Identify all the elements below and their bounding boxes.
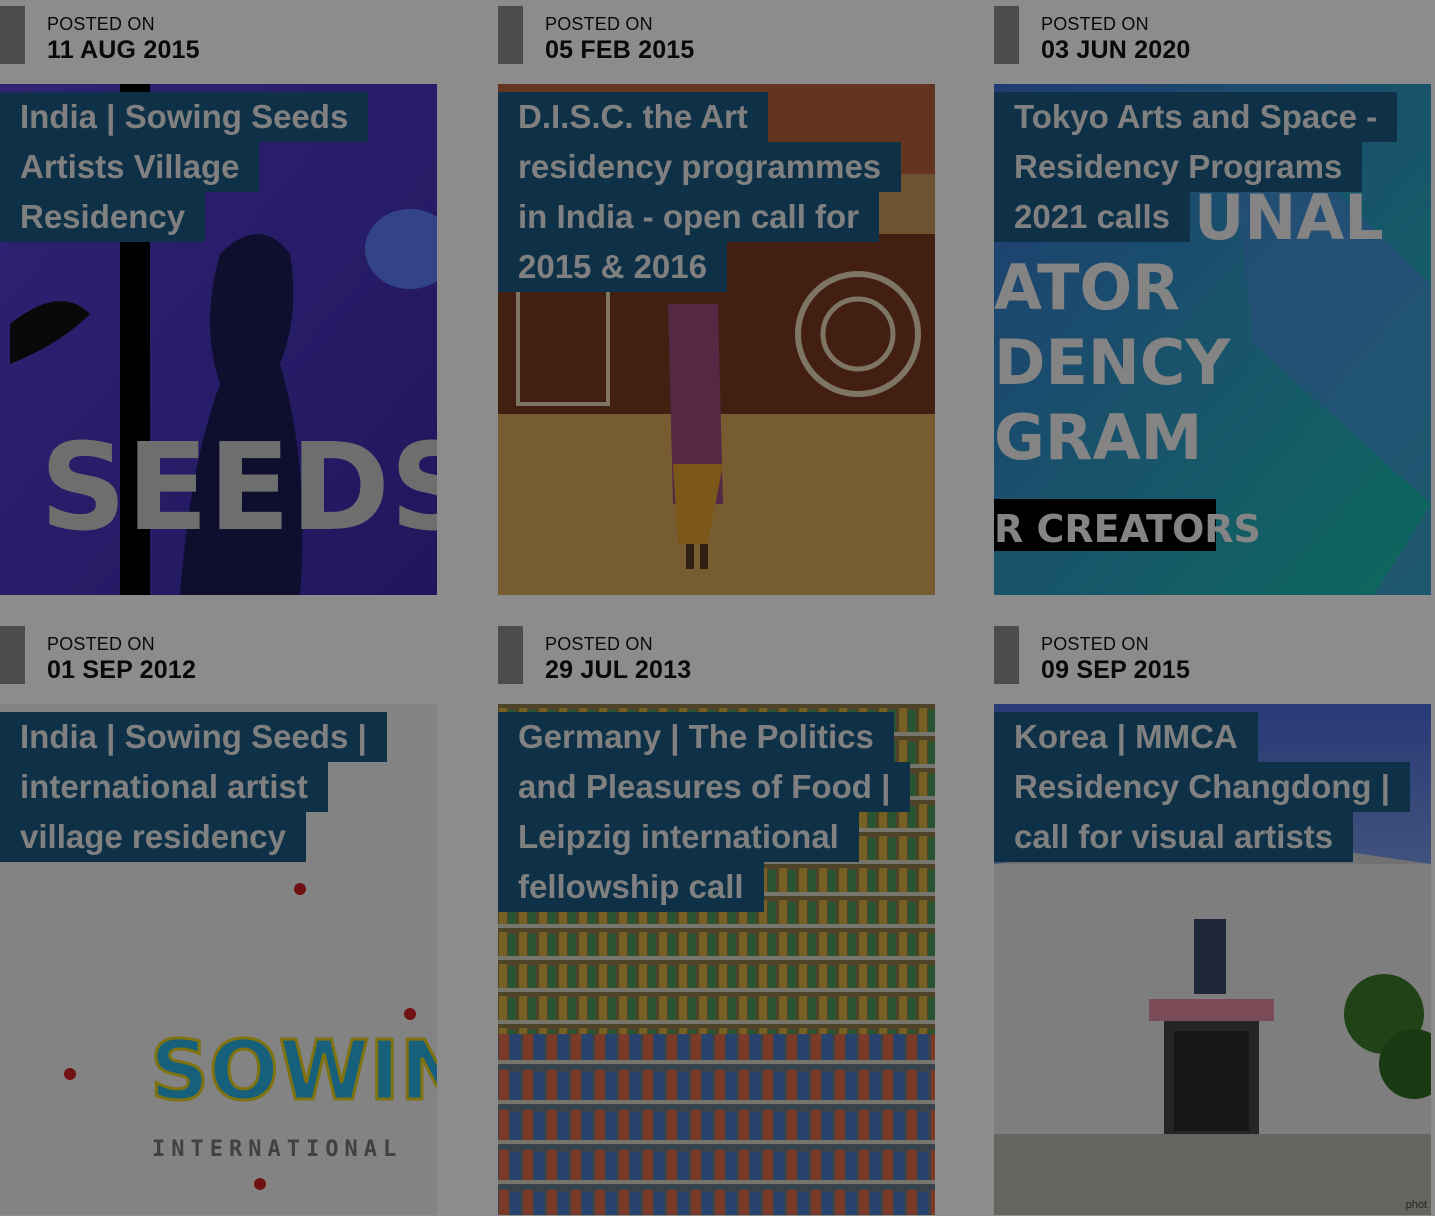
post-meta: POSTED ON 05 FEB 2015: [498, 0, 935, 84]
post-meta: POSTED ON 01 SEP 2012: [0, 620, 437, 704]
posted-on-label: POSTED ON: [545, 634, 653, 654]
post-date: 01 SEP 2012: [47, 656, 197, 684]
post-title[interactable]: D.I.S.C. the Art residency programmes in…: [498, 92, 918, 292]
creator-residency-poster-image[interactable]: UNAL ATOR DENCY GRAM R CREATORS Tokyo Ar…: [994, 84, 1431, 595]
post-date: 11 AUG 2015: [47, 36, 200, 64]
post-grid: POSTED ON 11 AUG 2015 SEEDS India | Sowi…: [0, 0, 1435, 1216]
post-title-line: Germany | The Politics: [498, 712, 894, 762]
post-card[interactable]: POSTED ON 11 AUG 2015 SEEDS India | Sowi…: [0, 0, 437, 600]
post-title-line: international artist: [0, 762, 328, 812]
poster-text: R CREATORS: [994, 507, 1261, 551]
poster-text: DENCY: [994, 326, 1231, 399]
photo-credit: phot: [1405, 1199, 1427, 1211]
post-date: 05 FEB 2015: [545, 36, 695, 64]
post-card[interactable]: POSTED ON 05 FEB 2015 D.I.S.C. the Art r…: [498, 0, 935, 600]
post-title-line: India | Sowing Seeds: [0, 92, 369, 142]
date-marker: [994, 6, 1019, 64]
post-title-line: Residency Programs: [994, 142, 1363, 192]
posted-on-label: POSTED ON: [1041, 634, 1149, 654]
post-title[interactable]: Korea | MMCA Residency Changdong | call …: [994, 712, 1414, 862]
post-card[interactable]: POSTED ON 29 JUL 2013 Germany | The Poli…: [498, 620, 935, 1216]
post-title[interactable]: India | Sowing Seeds | international art…: [0, 712, 420, 862]
post-card[interactable]: POSTED ON 03 JUN 2020 UNAL ATOR DENCY GR…: [994, 0, 1431, 600]
date-marker: [498, 6, 523, 64]
posted-on-label: POSTED ON: [47, 14, 155, 34]
post-meta: POSTED ON 09 SEP 2015: [994, 620, 1431, 704]
post-title-line: Korea | MMCA: [994, 712, 1258, 762]
supermarket-shelves-image[interactable]: Germany | The Politics and Pleasures of …: [498, 704, 935, 1215]
post-title-line: Residency Changdong |: [994, 762, 1410, 812]
date-marker: [994, 626, 1019, 684]
post-date: 29 JUL 2013: [545, 656, 692, 684]
post-title-line: Leipzig international: [498, 812, 859, 862]
post-title-line: call for visual artists: [994, 812, 1354, 862]
posted-on-label: POSTED ON: [545, 14, 653, 34]
post-title-line: fellowship call: [498, 862, 764, 912]
post-title-line: in India - open call for: [498, 192, 880, 242]
poster-text: ATOR: [994, 251, 1180, 324]
poster-text: GRAM: [994, 401, 1202, 474]
post-title-line: and Pleasures of Food |: [498, 762, 911, 812]
post-title-line: village residency: [0, 812, 306, 862]
posted-on-label: POSTED ON: [1041, 14, 1149, 34]
post-title[interactable]: Germany | The Politics and Pleasures of …: [498, 712, 918, 912]
post-title-line: 2021 calls: [994, 192, 1190, 242]
post-card[interactable]: POSTED ON 09 SEP 2015 phot Korea | MMCA …: [994, 620, 1431, 1216]
date-marker: [498, 626, 523, 684]
posted-on-label: POSTED ON: [47, 634, 155, 654]
post-title-line: Residency: [0, 192, 206, 242]
svg-text:SEEDS-: SEEDS-: [40, 419, 437, 558]
post-title[interactable]: Tokyo Arts and Space - Residency Program…: [994, 92, 1414, 242]
logo-text: SOWING: [150, 1024, 437, 1119]
village-house-image[interactable]: D.I.S.C. the Art residency programmes in…: [498, 84, 935, 595]
post-title-line: Artists Village: [0, 142, 260, 192]
post-title-line: residency programmes: [498, 142, 902, 192]
post-title-line: 2015 & 2016: [498, 242, 727, 292]
post-meta: POSTED ON 11 AUG 2015: [0, 0, 437, 84]
post-title-line: Tokyo Arts and Space -: [994, 92, 1398, 142]
post-meta: POSTED ON 03 JUN 2020: [994, 0, 1431, 84]
post-meta: POSTED ON 29 JUL 2013: [498, 620, 935, 704]
post-date: 09 SEP 2015: [1041, 656, 1191, 684]
residency-building-image[interactable]: phot Korea | MMCA Residency Changdong | …: [994, 704, 1431, 1215]
date-marker: [0, 626, 25, 684]
post-title-line: India | Sowing Seeds |: [0, 712, 387, 762]
date-marker: [0, 6, 25, 64]
sowing-seeds-projection-image[interactable]: SEEDS- India | Sowing Seeds Artists Vill…: [0, 84, 437, 595]
page: POSTED ON 11 AUG 2015 SEEDS India | Sowi…: [0, 0, 1435, 1216]
logo-text: INTERNATIONAL: [152, 1137, 402, 1162]
post-title-line: D.I.S.C. the Art: [498, 92, 768, 142]
post-date: 03 JUN 2020: [1041, 36, 1191, 64]
post-title[interactable]: India | Sowing Seeds Artists Village Res…: [0, 92, 420, 242]
post-card[interactable]: POSTED ON 01 SEP 2012 SOWING INTERNATION…: [0, 620, 437, 1216]
sowing-international-logo-image[interactable]: SOWING INTERNATIONAL India | Sowing Seed…: [0, 704, 437, 1215]
